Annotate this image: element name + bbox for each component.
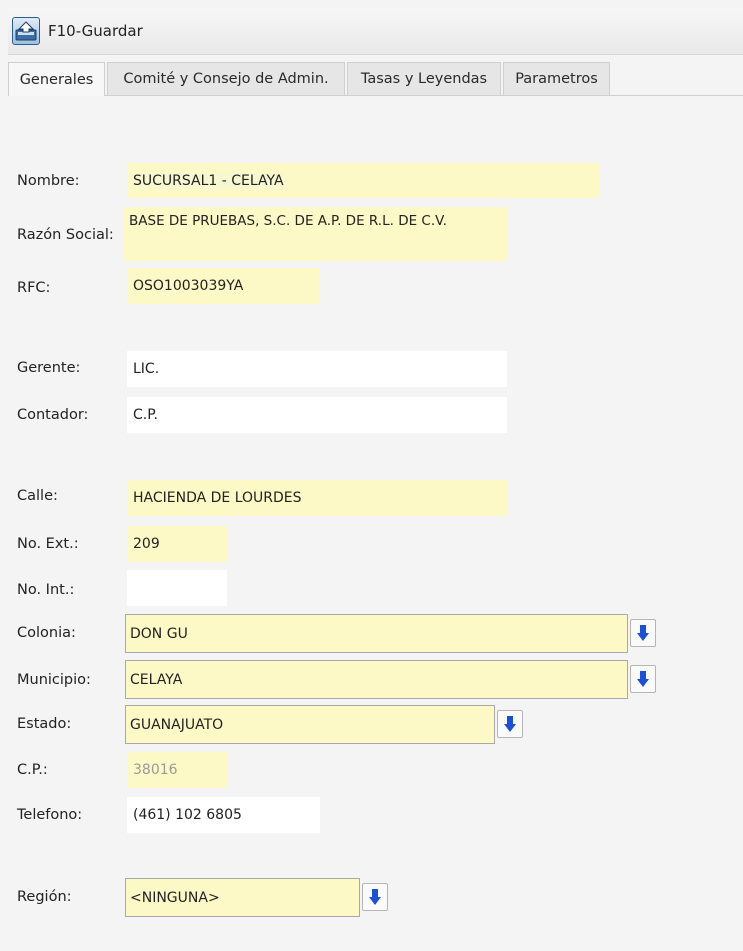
estado-dropdown-button[interactable] [497, 710, 523, 738]
cp-label: C.P.: [17, 762, 48, 778]
calle-label: Calle: [17, 488, 58, 504]
colonia-label: Colonia: [17, 625, 76, 641]
contador-field[interactable]: C.P. [127, 397, 507, 433]
down-arrow-icon [369, 889, 381, 905]
tab-comite-consejo[interactable]: Comité y Consejo de Admin. [107, 62, 345, 95]
cp-field[interactable]: 38016 [127, 752, 227, 788]
rfc-label: RFC: [17, 280, 51, 296]
razon-social-label: Razón Social: [17, 227, 114, 243]
no-int-field[interactable] [127, 570, 227, 606]
contador-label: Contador: [17, 407, 89, 423]
no-ext-label: No. Ext.: [17, 536, 79, 552]
down-arrow-icon [637, 625, 649, 641]
down-arrow-icon [637, 671, 649, 687]
save-button[interactable]: F10-Guardar [12, 16, 143, 46]
razon-social-field[interactable]: BASE DE PRUEBAS, S.C. DE A.P. DE R.L. DE… [123, 207, 508, 261]
municipio-label: Municipio: [17, 672, 91, 688]
tab-parametros[interactable]: Parametros [503, 62, 610, 95]
gerente-label: Gerente: [17, 360, 81, 376]
save-button-label: F10-Guardar [48, 22, 143, 40]
toolbar: F10-Guardar [8, 8, 743, 55]
region-dropdown-button[interactable] [362, 883, 388, 911]
tab-generales[interactable]: Generales [8, 62, 105, 96]
nombre-value: SUCURSAL1 - CELAYA [133, 172, 284, 189]
colonia-select[interactable]: DON GU [125, 614, 628, 653]
telefono-label: Telefono: [17, 807, 83, 823]
nombre-field[interactable]: SUCURSAL1 - CELAYA [127, 163, 600, 198]
estado-select[interactable]: GUANAJUATO [125, 705, 495, 744]
no-ext-field[interactable]: 209 [127, 526, 227, 562]
calle-field[interactable]: HACIENDA DE LOURDES [127, 480, 507, 516]
tab-tasas-leyendas[interactable]: Tasas y Leyendas [347, 62, 501, 95]
municipio-dropdown-button[interactable] [630, 665, 656, 693]
no-int-label: No. Int.: [17, 582, 75, 598]
municipio-select[interactable]: CELAYA [125, 660, 628, 699]
tab-bar: Generales Comité y Consejo de Admin. Tas… [8, 62, 743, 96]
nombre-label: Nombre: [17, 173, 80, 189]
rfc-field[interactable]: OSO1003039YA [127, 268, 319, 304]
region-select[interactable]: <NINGUNA> [125, 878, 360, 917]
gerente-field[interactable]: LIC. [127, 351, 507, 387]
telefono-field[interactable]: (461) 102 6805 [127, 797, 320, 833]
down-arrow-icon [504, 716, 516, 732]
region-label: Región: [17, 889, 72, 905]
colonia-dropdown-button[interactable] [630, 619, 656, 647]
estado-label: Estado: [17, 716, 72, 732]
save-icon [12, 17, 40, 45]
